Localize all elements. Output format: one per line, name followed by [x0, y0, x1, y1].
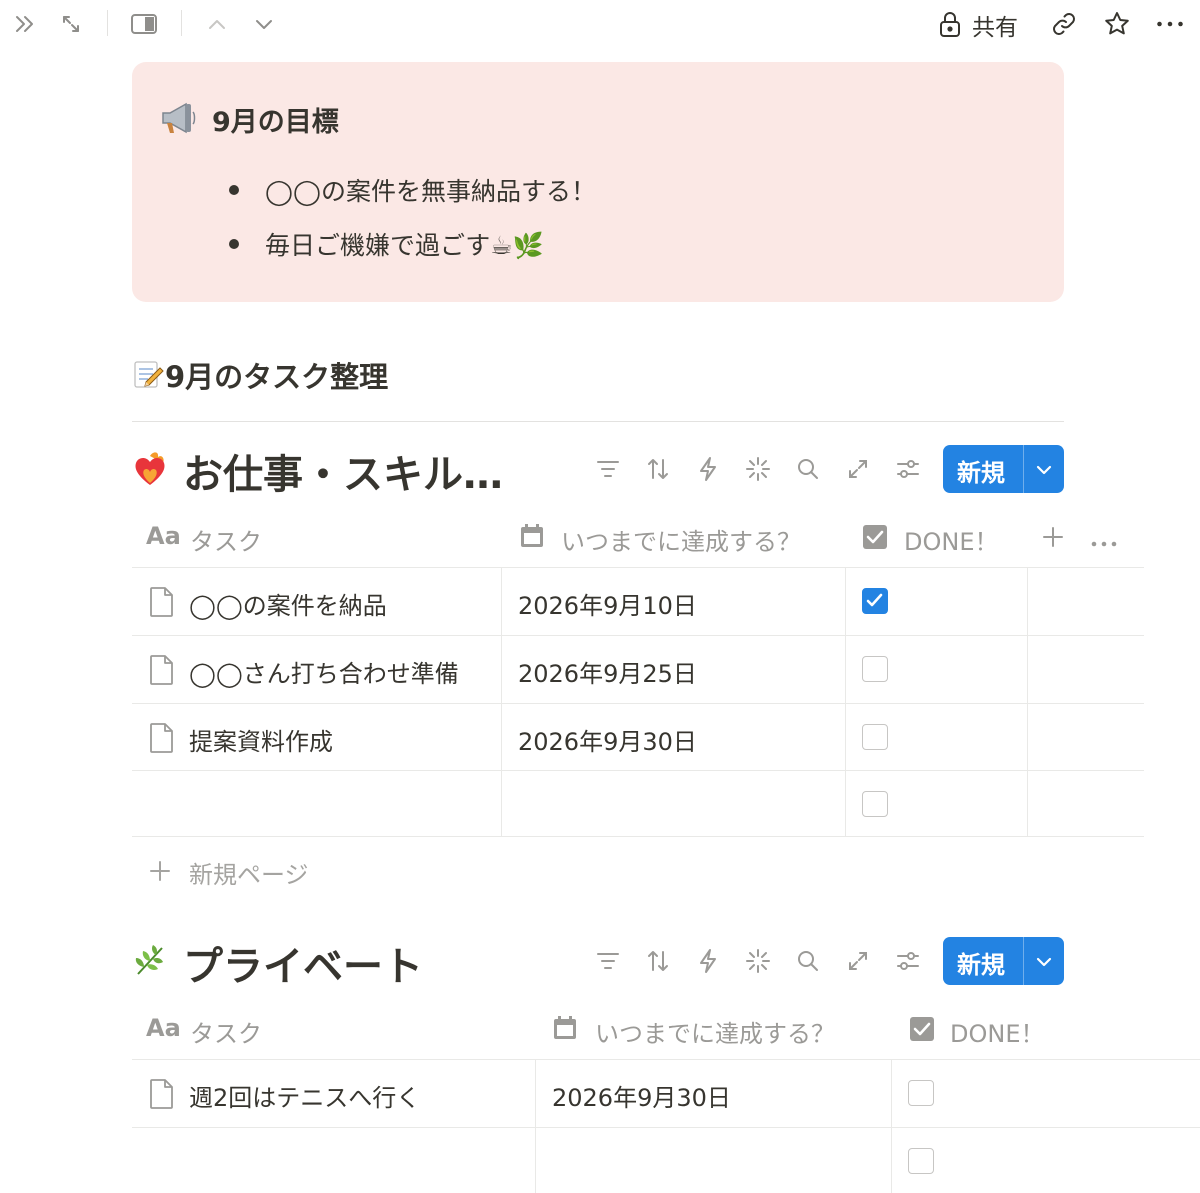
chevron-down-icon[interactable] [1031, 457, 1057, 483]
megaphone-icon [158, 98, 198, 142]
chevron-down-icon[interactable] [1031, 949, 1057, 975]
more-options-icon[interactable] [1090, 533, 1118, 552]
new-entry-button[interactable]: 新規 [943, 445, 1064, 493]
page-icon [149, 722, 175, 758]
page-icon [149, 1078, 175, 1114]
sort-icon[interactable] [643, 946, 673, 976]
automation-bolt-icon[interactable] [693, 454, 723, 484]
view-settings-icon[interactable] [893, 454, 923, 484]
column-header-done[interactable]: DONE！ [904, 522, 999, 557]
search-icon[interactable] [793, 946, 823, 976]
filter-icon[interactable] [593, 946, 623, 976]
chevron-down-icon[interactable] [250, 10, 278, 38]
add-property-icon[interactable] [1040, 524, 1066, 554]
table-border [132, 567, 1144, 568]
star-icon[interactable] [1103, 10, 1131, 38]
table-border [1027, 567, 1028, 837]
bullet-dot [229, 239, 239, 249]
goal-item: 毎日ご機嫌で過ごす☕🌿 [265, 231, 544, 260]
goal-item: ◯◯の案件を無事納品する！ [265, 177, 596, 206]
herb-icon [132, 942, 168, 982]
date-cell[interactable]: 2026年9月30日 [552, 1078, 731, 1113]
toolbar-divider [181, 10, 182, 36]
share-button[interactable]: 共有 [972, 8, 1018, 42]
column-header-date[interactable]: いつまでに達成する？ [595, 1014, 835, 1049]
table-border [132, 1127, 1200, 1128]
automation-bolt-icon[interactable] [693, 946, 723, 976]
new-button-label: 新規 [957, 459, 1005, 487]
done-checkbox[interactable] [862, 724, 888, 750]
table-border [535, 1059, 536, 1193]
open-full-page-icon[interactable] [843, 946, 873, 976]
checkbox-property-icon [909, 1016, 935, 1046]
sort-icon[interactable] [643, 454, 673, 484]
callout-title: 9月の目標 [212, 107, 339, 138]
sidebar-expand-icon[interactable] [11, 10, 39, 38]
table-border [132, 635, 1144, 636]
db-title[interactable]: お仕事・スキル… [183, 442, 503, 500]
calendar-icon [552, 1015, 578, 1045]
done-checkbox[interactable] [862, 656, 888, 682]
column-header-task[interactable]: タスク [190, 522, 262, 557]
date-cell[interactable]: 2026年9月30日 [518, 722, 697, 757]
more-options-icon[interactable] [1156, 10, 1184, 38]
heart-on-fire-icon [132, 450, 168, 492]
link-icon[interactable] [1050, 10, 1078, 38]
table-border [132, 703, 1144, 704]
page-icon [149, 654, 175, 690]
toolbar-divider [107, 10, 108, 36]
table-border [891, 1059, 892, 1193]
button-separator [1023, 445, 1024, 493]
done-checkbox[interactable] [862, 791, 888, 817]
ai-sparkle-icon[interactable] [743, 946, 773, 976]
search-icon[interactable] [793, 454, 823, 484]
bullet-dot [229, 185, 239, 195]
db-title[interactable]: プライベート [183, 934, 423, 992]
done-checkbox[interactable] [862, 588, 888, 614]
date-cell[interactable]: 2026年9月25日 [518, 654, 697, 689]
text-property-icon: Aa [146, 522, 181, 550]
column-header-done[interactable]: DONE！ [950, 1014, 1045, 1049]
calendar-icon [519, 523, 545, 553]
expand-page-icon[interactable] [57, 10, 85, 38]
table-border [845, 567, 846, 837]
section-heading: 9月のタスク整理 [165, 360, 389, 394]
view-settings-icon[interactable] [893, 946, 923, 976]
done-checkbox[interactable] [908, 1080, 934, 1106]
date-cell[interactable]: 2026年9月10日 [518, 586, 697, 621]
new-page-label: 新規ページ [189, 861, 309, 889]
plus-icon [148, 859, 172, 887]
side-peek-icon[interactable] [130, 10, 158, 38]
task-cell[interactable]: 提案資料作成 [189, 722, 333, 757]
done-checkbox[interactable] [908, 1148, 934, 1174]
table-border [501, 567, 502, 837]
task-cell[interactable]: ◯◯さん打ち合わせ準備 [189, 654, 459, 689]
chevron-up-icon[interactable] [203, 10, 231, 38]
lock-icon[interactable] [936, 10, 964, 38]
text-property-icon: Aa [146, 1014, 181, 1042]
new-button-label: 新規 [957, 951, 1005, 979]
new-entry-button[interactable]: 新規 [943, 937, 1064, 985]
memo-icon [132, 358, 164, 394]
filter-icon[interactable] [593, 454, 623, 484]
section-divider [132, 421, 1064, 422]
table-border [132, 836, 1144, 837]
table-border [132, 770, 1144, 771]
button-separator [1023, 937, 1024, 985]
table-border [132, 1059, 1200, 1060]
task-cell[interactable]: ◯◯の案件を納品 [189, 586, 387, 621]
column-header-task[interactable]: タスク [190, 1014, 262, 1049]
open-full-page-icon[interactable] [843, 454, 873, 484]
column-header-date[interactable]: いつまでに達成する？ [561, 522, 801, 557]
page-icon [149, 586, 175, 622]
ai-sparkle-icon[interactable] [743, 454, 773, 484]
checkbox-property-icon [862, 524, 888, 554]
task-cell[interactable]: 週2回はテニスへ行く [189, 1078, 420, 1113]
